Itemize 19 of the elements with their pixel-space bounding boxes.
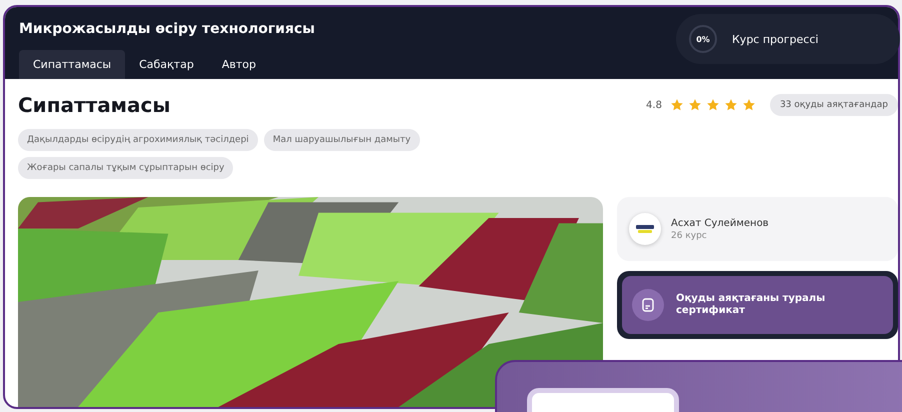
author-card[interactable]: Асхат Сулейменов 26 курс (617, 197, 898, 261)
tab[interactable]: Сабақтар (125, 50, 208, 79)
course-title: Микрожасылды өсіру технологиясы (19, 21, 316, 37)
tag[interactable]: Мал шаруашылығын дамыту (264, 129, 420, 151)
tag[interactable]: Жоғары сапалы тұқым сұрыптарын өсіру (18, 157, 234, 179)
course-count: 26 курс (671, 230, 708, 240)
certificate-label: Оқуды аяқтағаны туралы сертификат (676, 293, 826, 317)
author-name: Асхат Сулейменов (671, 218, 769, 228)
tag[interactable]: Дақылдарды өсірудің агрохимиялық тәсілдері (18, 129, 258, 151)
document-icon (632, 289, 664, 321)
logo-icon (629, 213, 661, 245)
certificate-card[interactable]: Оқуды аяқтағаны туралы сертификат (622, 276, 893, 334)
tab[interactable]: Сипаттамасы (19, 50, 126, 79)
progress-ring: 0% (688, 24, 718, 54)
rating-value: 4.8 (646, 100, 662, 110)
progress-label: Курс прогрессі (732, 32, 818, 46)
tab[interactable]: Автор (208, 50, 270, 79)
section-title: Сипаттамасы (18, 93, 170, 117)
completed-count: 33 оқуды аяқтағандар (770, 94, 898, 116)
